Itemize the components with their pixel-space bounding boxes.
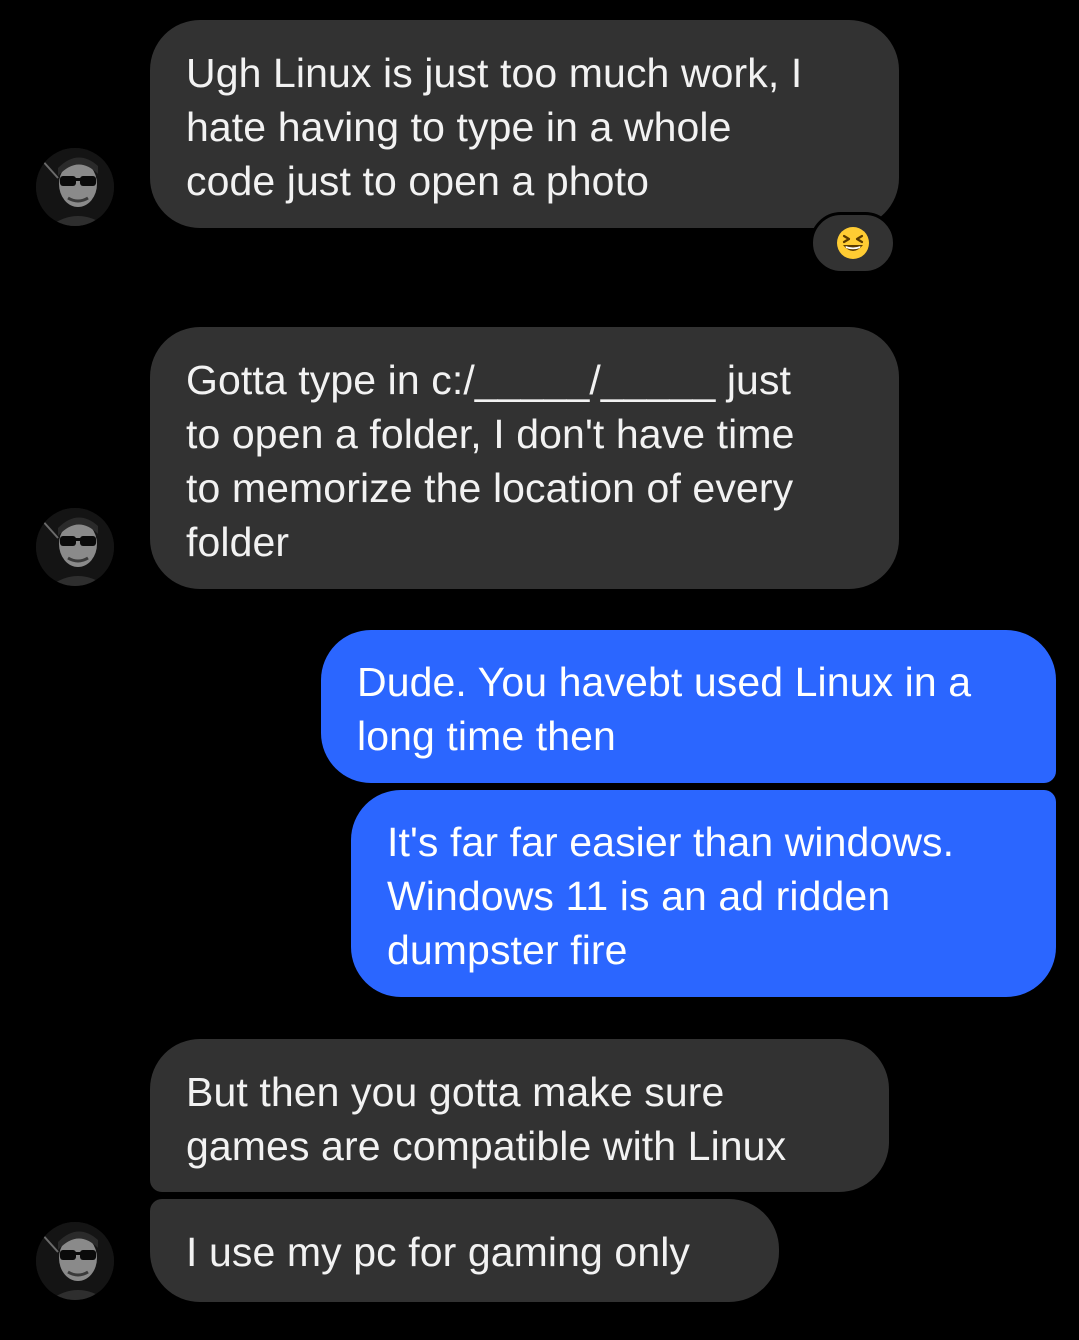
grinning-squinting-face-icon <box>837 227 869 259</box>
message-bubble-incoming[interactable]: I use my pc for gaming only <box>150 1199 779 1302</box>
avatar-icon <box>36 1222 114 1300</box>
avatar-icon <box>36 148 114 226</box>
message-bubble-incoming[interactable]: Ugh Linux is just too much work, I hate … <box>150 20 899 228</box>
message-bubble-outgoing[interactable]: Dude. You havebt used Linux in a long ti… <box>321 630 1056 783</box>
contact-avatar[interactable] <box>36 508 114 586</box>
avatar-icon <box>36 508 114 586</box>
message-bubble-incoming[interactable]: Gotta type in c:/_____/_____ just to ope… <box>150 327 899 589</box>
contact-avatar[interactable] <box>36 148 114 226</box>
message-bubble-incoming[interactable]: But then you gotta make sure games are c… <box>150 1039 889 1192</box>
contact-avatar[interactable] <box>36 1222 114 1300</box>
message-reaction[interactable] <box>810 212 896 274</box>
message-bubble-outgoing[interactable]: It's far far easier than windows. Window… <box>351 790 1056 997</box>
